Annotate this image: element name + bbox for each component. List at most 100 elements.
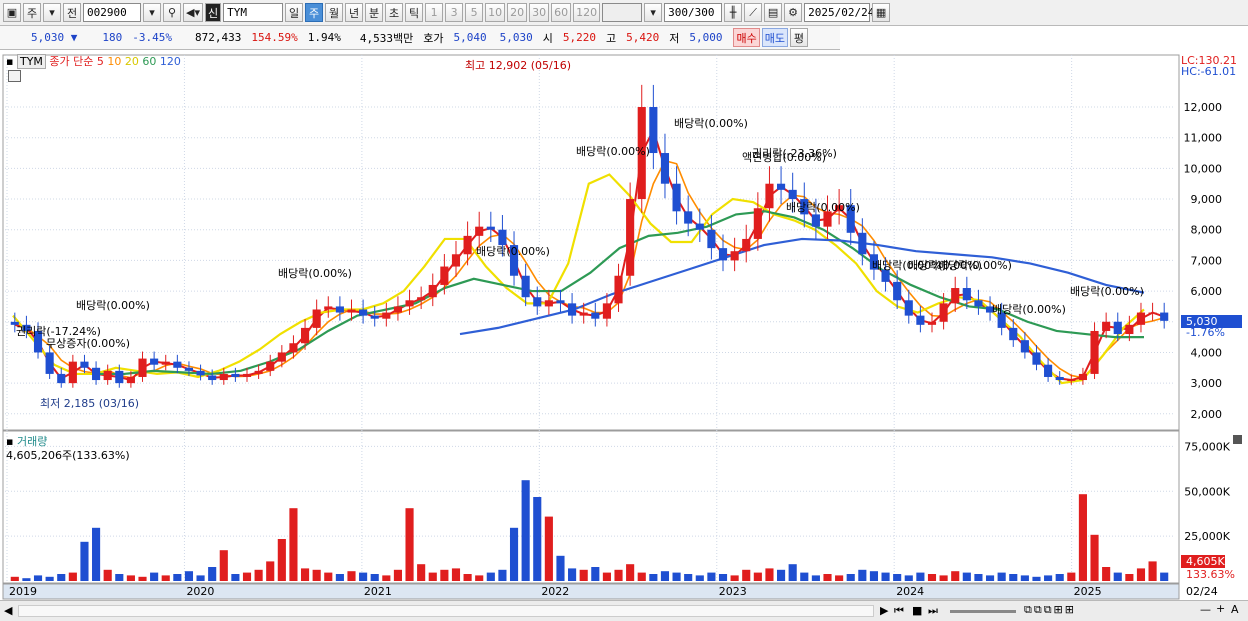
zoom-in-icon[interactable]: + — [1216, 602, 1225, 615]
candle-body — [1148, 312, 1157, 314]
tick-button[interactable]: 20 — [507, 3, 528, 22]
close-pane-icon[interactable] — [1233, 435, 1242, 444]
candle-body — [556, 300, 565, 304]
first-page-icon[interactable]: ⏮ — [894, 604, 904, 618]
candle-body — [1102, 321, 1111, 331]
zoom-slider[interactable] — [950, 610, 1016, 613]
search-icon[interactable]: ⚲ — [163, 3, 181, 22]
date-tick-label: 2025 — [1074, 585, 1102, 598]
volume-bar — [417, 564, 426, 581]
drawing-tool-icon[interactable]: ⟋ — [744, 3, 763, 22]
buy-button[interactable]: 매수 — [733, 28, 760, 47]
window-menu-icon[interactable]: ▣ — [3, 3, 21, 22]
chart-annotation: 배당락(0.00%) — [786, 201, 860, 214]
scroll-left-icon[interactable]: ◀ — [4, 604, 12, 617]
candle-body — [405, 300, 414, 307]
candle-body — [173, 361, 182, 368]
tick-dropdown-icon[interactable]: ▾ — [644, 3, 663, 22]
tab-tick[interactable]: 틱 — [405, 3, 424, 22]
candle-body — [417, 297, 426, 301]
layout-icons[interactable]: ⧉⧉⧉⊞⊞ — [1024, 603, 1076, 617]
dropdown-icon[interactable]: ▾ — [43, 3, 61, 22]
price-value: 5,030 — [31, 31, 65, 44]
tick-button[interactable]: 3 — [445, 3, 464, 22]
sell-button[interactable]: 매도 — [761, 28, 788, 47]
scroll-right-icon[interactable]: ▶ — [880, 604, 888, 617]
candle-body — [92, 367, 101, 381]
grid-toggle-icon[interactable] — [8, 70, 21, 82]
candle-body — [359, 309, 368, 316]
candle-body — [126, 376, 135, 384]
price-tick-label: 11,000 — [1184, 132, 1223, 145]
date-input[interactable]: 2025/02/24 — [804, 3, 874, 22]
candle-body — [219, 373, 228, 381]
candle-body — [1009, 327, 1018, 341]
tab-minute[interactable]: 분 — [365, 3, 384, 22]
eval-button[interactable]: 평 — [789, 28, 808, 47]
volume-bar — [742, 569, 751, 581]
tick-button[interactable]: 60 — [551, 3, 572, 22]
price-axis: 2,0003,0004,0005,0006,0007,0008,0009,000… — [1184, 101, 1223, 421]
scrollbar-track[interactable] — [18, 605, 874, 617]
custom-tick-input[interactable] — [602, 3, 643, 22]
volume-bar — [974, 574, 983, 581]
volume-bar — [33, 575, 43, 581]
candle-body — [370, 315, 379, 319]
price-tick-label: 3,000 — [1191, 377, 1223, 390]
volume-bar — [451, 568, 461, 581]
candle-body — [939, 303, 948, 322]
candle-body — [1032, 352, 1041, 365]
volume-bar — [684, 574, 693, 581]
stop-icon[interactable]: ■ — [912, 604, 922, 617]
tab-day[interactable]: 일 — [285, 3, 304, 22]
volume-bar — [393, 569, 402, 581]
tick-button[interactable]: 5 — [465, 3, 484, 22]
gear-icon[interactable]: ⚙ — [784, 3, 803, 22]
candle-body — [80, 361, 89, 368]
candle-body — [684, 211, 693, 224]
last-page-icon[interactable]: ⏭ — [928, 604, 938, 618]
bar-count-input[interactable]: 300/300 — [664, 3, 723, 22]
volume-bar — [695, 575, 704, 581]
code-dropdown-icon[interactable]: ▾ — [143, 3, 161, 22]
speaker-icon[interactable]: ◀▾ — [183, 3, 203, 22]
volume-bar — [602, 572, 611, 581]
tab-second[interactable]: 초 — [385, 3, 404, 22]
tick-button[interactable]: 10 — [485, 3, 506, 22]
menu-dot-icon[interactable]: ▪ — [6, 55, 13, 68]
tick-button[interactable]: 30 — [529, 3, 550, 22]
zoom-out-icon[interactable]: — — [1200, 603, 1211, 616]
volume-bar — [951, 571, 960, 581]
tick-button[interactable]: 1 — [425, 3, 444, 22]
candle-type-icon[interactable]: ╫ — [724, 3, 743, 22]
bar-count: 300 — [668, 6, 688, 19]
candle-body — [254, 370, 263, 374]
candle-body — [707, 229, 716, 249]
candle-body — [1067, 380, 1076, 382]
stock-chart[interactable]: 최고 12,902 (05/16) 최저 2,185 (03/16) 배당락(0.0… — [0, 51, 1248, 600]
font-size-icon[interactable]: A — [1231, 603, 1239, 616]
save-icon[interactable]: ▤ — [764, 3, 783, 22]
volume-bar — [707, 572, 716, 581]
candle-body — [196, 370, 205, 376]
candle-body — [788, 189, 797, 200]
prev-button[interactable]: 전 — [63, 3, 81, 22]
volume-bar — [173, 574, 182, 581]
tick-button[interactable]: 120 — [573, 3, 601, 22]
period-select[interactable]: 주 — [23, 3, 41, 22]
tab-year[interactable]: 년 — [345, 3, 364, 22]
quote-bar: 5,030 ▼ 180 -3.45% 872,433 154.59% 1.94%… — [0, 26, 840, 50]
candle-body — [68, 361, 77, 384]
candle-body — [858, 232, 867, 255]
volume-bar — [92, 527, 101, 581]
candle-body — [626, 199, 635, 276]
trade-volume: 872,433 — [195, 31, 242, 44]
calendar-icon[interactable]: ▦ — [872, 3, 891, 22]
stock-code-input[interactable]: 002900 — [83, 3, 141, 22]
tab-week[interactable]: 주 — [305, 3, 324, 22]
volume-bar — [626, 564, 635, 581]
candle-body — [277, 352, 286, 362]
price-tick-label: 7,000 — [1191, 254, 1223, 267]
tab-month[interactable]: 월 — [325, 3, 344, 22]
volume-bar — [637, 572, 646, 581]
